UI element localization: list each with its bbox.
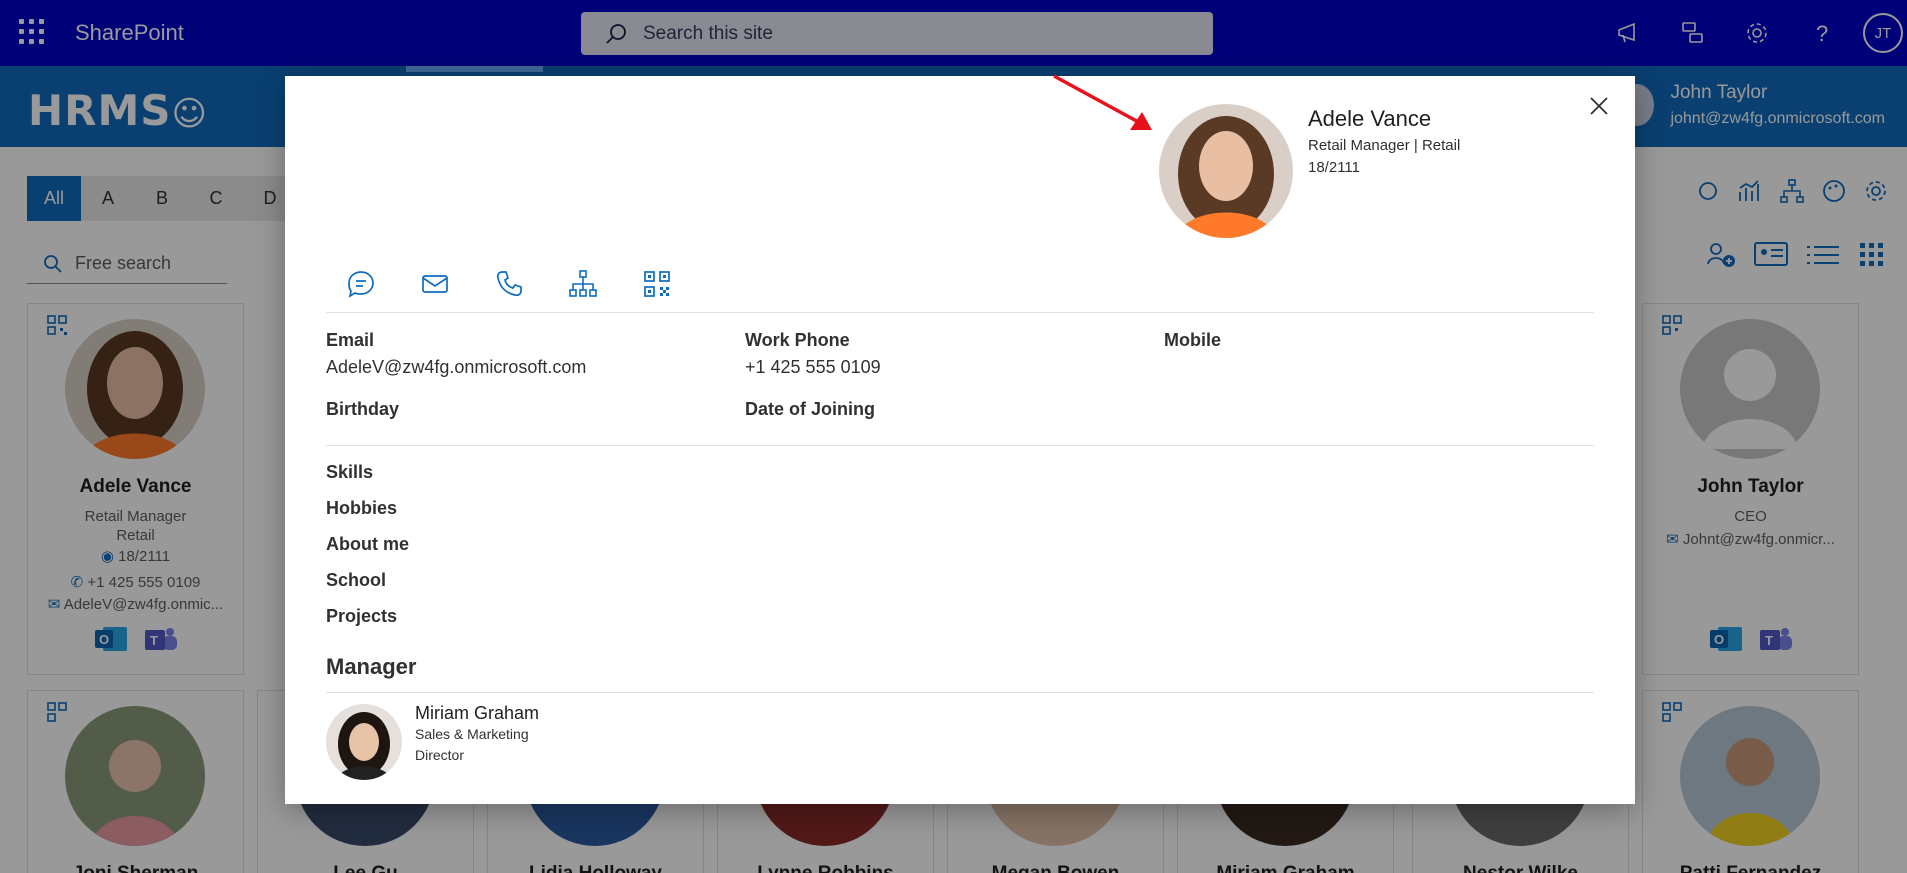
projects-label: Projects bbox=[326, 606, 398, 626]
contact-actions bbox=[343, 266, 675, 302]
divider bbox=[326, 445, 1594, 446]
about-me-label: About me bbox=[326, 534, 409, 554]
mobile-label: Mobile bbox=[1164, 330, 1221, 350]
close-button[interactable] bbox=[1583, 90, 1615, 122]
school-label: School bbox=[326, 570, 387, 590]
profile-title: Retail Manager | Retail bbox=[1308, 137, 1461, 154]
skills-label: Skills bbox=[326, 462, 374, 482]
manager-heading: Manager bbox=[326, 654, 417, 679]
close-icon bbox=[1590, 97, 1608, 115]
org-chart-icon bbox=[569, 270, 597, 297]
manager-name[interactable]: Miriam Graham bbox=[415, 703, 539, 724]
qr-code-button[interactable] bbox=[639, 266, 675, 302]
date-of-joining-label: Date of Joining bbox=[745, 399, 875, 419]
email-label: Email bbox=[326, 330, 375, 350]
chat-button[interactable] bbox=[343, 266, 379, 302]
annotation-arrow bbox=[1053, 74, 1152, 130]
profile-name: Adele Vance bbox=[1308, 106, 1432, 131]
phone-icon bbox=[496, 271, 522, 297]
birthday-label: Birthday bbox=[326, 399, 400, 419]
email-value[interactable]: AdeleV@zw4fg.onmicrosoft.com bbox=[326, 357, 586, 378]
hobbies-label: Hobbies bbox=[326, 498, 398, 518]
mail-button[interactable] bbox=[417, 266, 453, 302]
profile-location: 18/2111 bbox=[1308, 159, 1360, 176]
profile-dialog: Adele Vance Retail Manager | Retail 18/2… bbox=[285, 74, 1635, 804]
divider bbox=[326, 692, 1594, 693]
work-phone-label: Work Phone bbox=[745, 330, 850, 350]
org-chart-button[interactable] bbox=[565, 266, 601, 302]
divider bbox=[326, 312, 1594, 313]
manager-photo[interactable] bbox=[326, 704, 402, 780]
call-button[interactable] bbox=[491, 266, 527, 302]
manager-department: Sales & Marketing bbox=[415, 726, 529, 742]
qr-code-icon bbox=[644, 271, 670, 297]
profile-photo bbox=[1159, 104, 1293, 238]
chat-icon bbox=[348, 271, 374, 298]
manager-title: Director bbox=[415, 747, 465, 763]
mail-icon bbox=[422, 275, 448, 293]
work-phone-value[interactable]: +1 425 555 0109 bbox=[745, 357, 881, 378]
